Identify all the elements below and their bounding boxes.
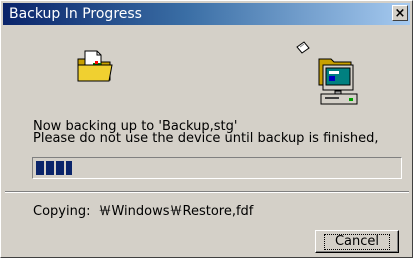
window-title: Backup In Progress <box>9 6 142 22</box>
status-message: Now backing up to 'Backup,stg' Please do… <box>33 120 379 146</box>
copying-status: Copying: ￦Windows￦Restore,fdf <box>33 205 253 219</box>
cancel-button-label: Cancel <box>323 233 391 250</box>
backup-progress-dialog: Backup In Progress × Now backing up to '… <box>0 0 413 258</box>
close-icon: × <box>394 5 406 21</box>
progress-bar <box>32 157 402 179</box>
divider <box>5 191 409 193</box>
progress-bar-fill <box>36 161 72 175</box>
close-button[interactable]: × <box>392 5 408 21</box>
backup-animation <box>1 25 413 125</box>
warning-text: Please do not use the device until backu… <box>33 131 379 146</box>
title-bar[interactable]: Backup In Progress × <box>3 3 410 25</box>
paper-icon <box>296 41 310 54</box>
folder-icon <box>77 50 113 82</box>
computer-icon <box>318 58 358 105</box>
cancel-button[interactable]: Cancel <box>315 230 399 253</box>
copying-file-path: ￦Windows￦Restore,fdf <box>98 204 254 219</box>
copying-label: Copying: <box>33 204 91 219</box>
